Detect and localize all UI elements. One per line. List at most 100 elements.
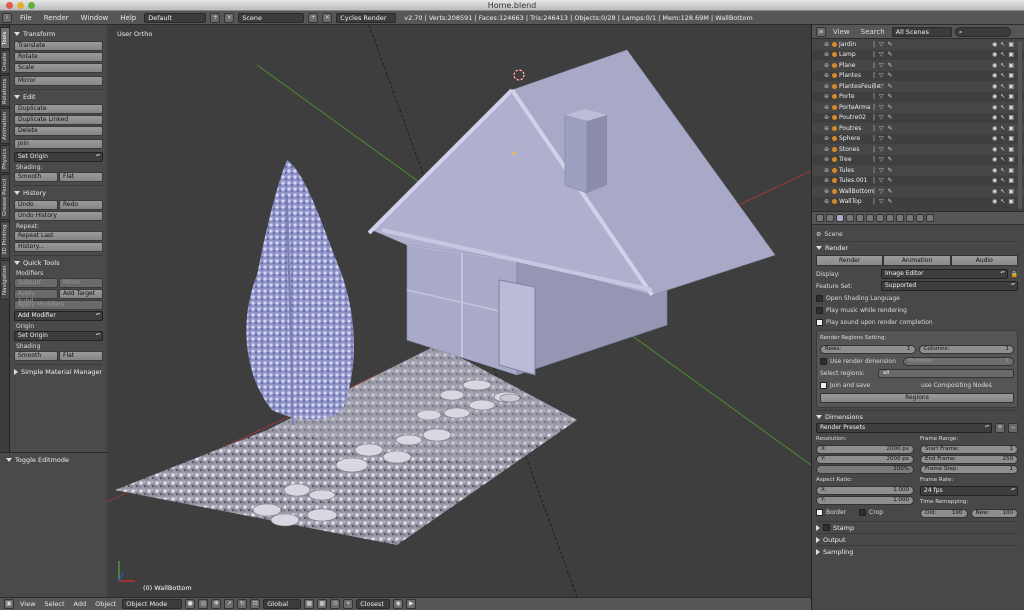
outliner-item[interactable]: ⊕ Tree | ▽ ✎ ◉ ↖ ▣: [812, 155, 1024, 166]
expand-plus-icon[interactable]: ⊕: [824, 135, 829, 142]
multiplier-field[interactable]: Multiplier 1: [903, 356, 1014, 366]
apply-modifiers-button[interactable]: Apply Modifiers: [14, 300, 103, 310]
selectable-arrow-icon[interactable]: ↖: [1000, 198, 1005, 205]
outliner-editor-type-icon[interactable]: ≡: [816, 26, 826, 37]
stamp-checkbox[interactable]: [823, 524, 830, 531]
visibility-eye-icon[interactable]: ◉: [992, 156, 997, 163]
mode-select[interactable]: Object Mode: [122, 599, 183, 609]
translate-button[interactable]: Translate: [14, 41, 103, 51]
menu-file[interactable]: File: [16, 14, 36, 22]
visibility-eye-icon[interactable]: ◉: [992, 51, 997, 58]
panel-history-header[interactable]: History: [14, 189, 103, 197]
close-window-icon[interactable]: [6, 2, 13, 9]
render-camera-icon[interactable]: ▣: [1008, 125, 1014, 132]
outliner-item[interactable]: ⊕ WallTop | ▽ ✎ ◉ ↖ ▣: [812, 197, 1024, 208]
render-camera-icon[interactable]: ▣: [1008, 114, 1014, 121]
panel-edit-header[interactable]: Edit: [14, 93, 103, 101]
feature-set-select[interactable]: Supported: [881, 281, 1018, 291]
selectable-arrow-icon[interactable]: ↖: [1000, 104, 1005, 111]
outliner-item[interactable]: ⊕ Jardin | ▽ ✎ ◉ ↖ ▣: [812, 39, 1024, 50]
add-preset-icon[interactable]: +: [995, 423, 1005, 433]
smooth-button[interactable]: Smooth: [14, 172, 58, 182]
selectable-arrow-icon[interactable]: ↖: [1000, 135, 1005, 142]
menu-select[interactable]: Select: [41, 600, 67, 608]
lock-icon[interactable]: 🔒: [1011, 271, 1018, 278]
menu-help[interactable]: Help: [116, 14, 140, 22]
render-image-button[interactable]: Render: [816, 255, 884, 266]
visibility-eye-icon[interactable]: ◉: [992, 104, 997, 111]
redo-button[interactable]: Redo: [59, 200, 103, 210]
add-modifier-dropdown[interactable]: Add Modifier: [14, 311, 103, 321]
rows-field[interactable]: Rows: 1: [820, 344, 916, 354]
expand-plus-icon[interactable]: ⊕: [824, 125, 829, 132]
outliner-scrollbar[interactable]: [1018, 41, 1022, 209]
rotate-button[interactable]: Rotate: [14, 52, 103, 62]
expand-plus-icon[interactable]: ⊕: [824, 146, 829, 153]
scene-tab-icon[interactable]: [836, 214, 844, 222]
snap-target-select[interactable]: Closest: [356, 599, 391, 609]
output-panel-header[interactable]: Output: [816, 533, 1018, 545]
start-frame-field[interactable]: Start Frame: 1: [920, 445, 1018, 454]
render-camera-icon[interactable]: ▣: [1008, 188, 1014, 195]
tab-tools[interactable]: Tools: [0, 27, 10, 49]
render-engine-select[interactable]: Cycles Render: [336, 12, 397, 23]
render-camera-icon[interactable]: ▣: [1008, 146, 1014, 153]
expand-plus-icon[interactable]: ⊕: [824, 167, 829, 174]
expand-plus-icon[interactable]: ⊕: [824, 62, 829, 69]
outliner-search-input[interactable]: ⌕: [954, 26, 1011, 37]
visibility-eye-icon[interactable]: ◉: [992, 72, 997, 79]
outliner-item[interactable]: ⊕ Lamp | ▽ ✎ ◉ ↖ ▣: [812, 50, 1024, 61]
render-audio-button[interactable]: Audio: [950, 255, 1018, 266]
outliner-item[interactable]: ⊕ WallBottom | ▽ ✎ ◉ ↖ ▣: [812, 186, 1024, 197]
visibility-eye-icon[interactable]: ◉: [992, 93, 997, 100]
visibility-eye-icon[interactable]: ◉: [992, 146, 997, 153]
selectable-arrow-icon[interactable]: ↖: [1000, 114, 1005, 121]
delete-scene-icon[interactable]: ×: [322, 12, 333, 23]
outliner-item[interactable]: ⊕ PorteArma | ▽ ✎ ◉ ↖ ▣: [812, 102, 1024, 113]
selectable-arrow-icon[interactable]: ↖: [1000, 125, 1005, 132]
render-anim-icon[interactable]: ▶: [406, 599, 417, 609]
modifiers-tab-icon[interactable]: [876, 214, 884, 222]
visibility-eye-icon[interactable]: ◉: [992, 135, 997, 142]
flat-button[interactable]: Flat: [59, 172, 103, 182]
stamp-panel-header[interactable]: Stamp: [816, 521, 1018, 533]
resolution-y-field[interactable]: Y: 2000 px: [816, 455, 914, 464]
outliner-item[interactable]: ⊕ Poutres | ▽ ✎ ◉ ↖ ▣: [812, 123, 1024, 134]
tab-relations[interactable]: Relations: [0, 75, 10, 107]
manipulator-icon[interactable]: ✥: [211, 599, 222, 609]
outliner-item[interactable]: ⊕ Poutre02 | ▽ ✎ ◉ ↖ ▣: [812, 113, 1024, 124]
render-animation-button[interactable]: Animation: [883, 255, 951, 266]
expand-plus-icon[interactable]: ⊕: [824, 83, 829, 90]
render-camera-icon[interactable]: ▣: [1008, 62, 1014, 69]
dimensions-panel-header[interactable]: Dimensions: [816, 410, 1018, 422]
time-new-field[interactable]: New: 100: [970, 508, 1018, 518]
selectable-arrow-icon[interactable]: ↖: [1000, 177, 1005, 184]
menu-object[interactable]: Object: [92, 600, 119, 608]
viewport-editor-type-icon[interactable]: ▣: [4, 599, 14, 609]
aspect-x-field[interactable]: X: 1.000: [816, 486, 914, 495]
resolution-x-field[interactable]: X: 2000 px: [816, 445, 914, 454]
visibility-eye-icon[interactable]: ◉: [992, 125, 997, 132]
render-camera-icon[interactable]: ▣: [1008, 51, 1014, 58]
scale-manipulator-icon[interactable]: ⊡: [250, 599, 261, 609]
physics-tab-icon[interactable]: [926, 214, 934, 222]
expand-plus-icon[interactable]: ⊕: [824, 104, 829, 111]
quick-smooth-button[interactable]: Smooth: [14, 351, 58, 361]
selectable-arrow-icon[interactable]: ↖: [1000, 51, 1005, 58]
expand-plus-icon[interactable]: ⊕: [824, 51, 829, 58]
outliner-menu-search[interactable]: Search: [857, 28, 889, 36]
outliner-item[interactable]: ⊕ Tules.001 | ▽ ✎ ◉ ↖ ▣: [812, 176, 1024, 187]
add-target-button[interactable]: Add Target: [59, 289, 103, 299]
delete-button[interactable]: Delete: [14, 126, 103, 136]
crop-checkbox[interactable]: [859, 508, 866, 516]
apply-subd-button[interactable]: Apply Subd...: [14, 289, 58, 305]
panel-transform-header[interactable]: Transform: [14, 30, 103, 38]
minimize-window-icon[interactable]: [17, 2, 24, 9]
layers-icon[interactable]: ▦: [304, 599, 315, 609]
remove-preset-icon[interactable]: −: [1008, 423, 1018, 433]
render-camera-icon[interactable]: ▣: [1008, 104, 1014, 111]
selectable-arrow-icon[interactable]: ↖: [1000, 83, 1005, 90]
quick-set-origin-dropdown[interactable]: Set Origin: [14, 331, 103, 341]
outliner-item[interactable]: ⊕ Plantes | ▽ ✎ ◉ ↖ ▣: [812, 71, 1024, 82]
snap-icon[interactable]: ⌖: [343, 599, 354, 609]
